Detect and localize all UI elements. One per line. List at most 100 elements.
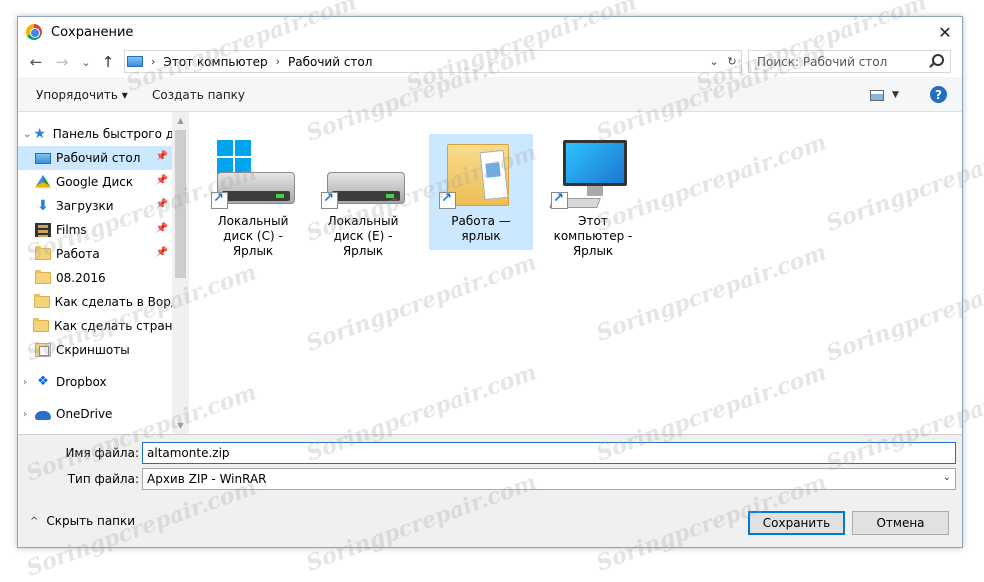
sidebar-item-desktop[interactable]: Рабочий стол 📌	[18, 146, 172, 170]
navigation-pane: ⌄ ★ Панель быстрого доступа Рабочий стол…	[18, 112, 172, 434]
scroll-down-icon[interactable]: ▼	[172, 417, 189, 434]
drive-e-shortcut-icon	[311, 134, 415, 214]
sidebar-item-label: Загрузки	[56, 199, 114, 213]
file-name: Локальный диск (C) - Ярлык	[217, 214, 289, 258]
sidebar-item-quick-access[interactable]: ⌄ ★ Панель быстрого доступа	[18, 122, 172, 146]
folder-icon	[35, 246, 51, 260]
scroll-up-icon[interactable]: ▲	[172, 112, 189, 129]
shortcut-arrow-icon	[551, 191, 568, 209]
window-title: Сохранение	[51, 24, 134, 40]
folder-icon	[35, 270, 51, 284]
file-item-this-pc[interactable]: Этот компьютер - Ярлык	[541, 134, 645, 258]
address-bar[interactable]: › Этот компьютер › Рабочий стол ⌄ ↻	[124, 50, 742, 73]
address-dropdown-button[interactable]: ⌄	[705, 55, 723, 68]
sidebar-item-films[interactable]: Films 📌	[18, 218, 172, 242]
filename-field[interactable]: altamonte.zip	[142, 442, 956, 464]
save-button[interactable]: Сохранить	[748, 511, 845, 535]
chevron-down-icon: ⌄	[942, 472, 951, 483]
sidebar-item-rabota[interactable]: Работа 📌	[18, 242, 172, 266]
sidebar-item-label: Как сделать в Ворде	[54, 295, 172, 309]
windows-logo-icon	[217, 140, 251, 174]
screenshots-folder-icon	[35, 343, 51, 357]
google-drive-icon	[35, 175, 51, 188]
chevron-right-icon[interactable]: ›	[23, 409, 35, 420]
search-placeholder: Поиск: Рабочий стол	[757, 54, 888, 69]
filetype-value: Архив ZIP - WinRAR	[147, 472, 267, 486]
breadcrumb-this-pc[interactable]: Этот компьютер	[163, 55, 267, 69]
desktop-icon	[35, 152, 51, 164]
refresh-button[interactable]: ↻	[723, 55, 741, 68]
sidebar-item-label: 08.2016	[56, 271, 106, 285]
file-name: Работа — ярлык	[451, 214, 511, 243]
filename-label: Имя файла:	[65, 446, 139, 460]
change-view-button[interactable]: ▼	[870, 87, 904, 103]
file-list: Локальный диск (C) - Ярлык Локальный дис…	[189, 112, 964, 434]
film-icon	[35, 223, 51, 237]
sidebar-item-kak-sdelat-stranicu[interactable]: Как сделать страницу	[18, 314, 172, 338]
sidebar-item-onedrive[interactable]: › OneDrive	[18, 402, 172, 426]
chevron-down-icon[interactable]: ⌄	[23, 129, 32, 140]
onedrive-icon	[35, 411, 51, 420]
sidebar-item-dropbox[interactable]: › ❖ Dropbox	[18, 370, 172, 394]
computer-shortcut-icon	[541, 134, 645, 214]
dropbox-icon: ❖	[37, 374, 49, 389]
breadcrumb-desktop[interactable]: Рабочий стол	[288, 55, 372, 69]
scrollbar-thumb[interactable]	[175, 130, 186, 278]
file-name: Этот компьютер - Ярлык	[553, 214, 633, 258]
sidebar-item-label: Панель быстрого доступа	[52, 127, 172, 141]
sidebar-item-kak-sdelat-v-vorde[interactable]: Как сделать в Ворде	[18, 290, 172, 314]
help-button[interactable]: ?	[930, 86, 947, 103]
dialog-footer: ^ Скрыть папки Сохранить Отмена	[18, 497, 962, 549]
star-icon: ★	[33, 126, 46, 142]
save-dialog: Сохранение ✕ ← → ⌄ ↑ › Этот компьютер › …	[17, 16, 963, 548]
pin-icon: 📌	[155, 151, 168, 162]
cancel-button[interactable]: Отмена	[852, 511, 949, 535]
computer-icon	[127, 56, 143, 67]
sidebar-item-google-drive[interactable]: Google Диск 📌	[18, 170, 172, 194]
hide-folders-button[interactable]: ^ Скрыть папки	[30, 514, 135, 528]
close-button[interactable]: ✕	[928, 17, 962, 47]
save-form: Имя файла: altamonte.zip Тип файла: Архи…	[18, 435, 962, 495]
breadcrumb-separator: ›	[275, 55, 280, 68]
command-bar: Упорядочить ▾ Создать папку ▼ ?	[18, 77, 962, 111]
sidebar-item-label: Google Диск	[56, 175, 134, 189]
sidebar-item-label: Films	[56, 223, 87, 237]
recent-locations-button[interactable]: ⌄	[76, 52, 96, 72]
breadcrumb-separator: ›	[151, 55, 156, 68]
sidebar-item-screenshots[interactable]: Скриншоты	[18, 338, 172, 362]
shortcut-arrow-icon	[211, 191, 228, 209]
sidebar-item-label: Dropbox	[56, 375, 107, 389]
navigation-bar: ← → ⌄ ↑ › Этот компьютер › Рабочий стол …	[18, 47, 962, 77]
back-button[interactable]: ←	[26, 52, 46, 72]
download-icon: ⬇	[37, 198, 49, 214]
forward-button[interactable]: →	[52, 52, 72, 72]
sidebar-item-08-2016[interactable]: 08.2016	[18, 266, 172, 290]
pin-icon: 📌	[155, 175, 168, 186]
file-name: Локальный диск (E) - Ярлык	[327, 214, 399, 258]
new-folder-button[interactable]: Создать папку	[152, 88, 245, 102]
sidebar-item-label: Работа	[56, 247, 100, 261]
search-input[interactable]: Поиск: Рабочий стол	[748, 50, 951, 73]
sidebar-scrollbar[interactable]: ▲ ▼	[172, 112, 189, 434]
up-button[interactable]: ↑	[98, 52, 118, 72]
pin-icon: 📌	[155, 199, 168, 210]
title-bar: Сохранение ✕	[18, 17, 962, 47]
filename-value: altamonte.zip	[147, 446, 230, 460]
filetype-label: Тип файла:	[67, 472, 139, 486]
chevron-right-icon[interactable]: ›	[23, 377, 35, 388]
file-item-rabota-shortcut[interactable]: Работа — ярлык	[429, 134, 533, 250]
pin-icon: 📌	[155, 247, 168, 258]
sidebar-item-label: Рабочий стол	[56, 151, 141, 165]
search-icon[interactable]	[932, 54, 944, 66]
pin-icon: 📌	[155, 223, 168, 234]
file-item-drive-c[interactable]: Локальный диск (C) - Ярлык	[201, 134, 305, 258]
filetype-select[interactable]: Архив ZIP - WinRAR ⌄	[142, 468, 956, 490]
view-dropdown-icon: ▼	[892, 90, 899, 100]
hide-folders-label: Скрыть папки	[46, 514, 136, 528]
view-icon	[870, 89, 884, 101]
sidebar-item-downloads[interactable]: ⬇ Загрузки 📌	[18, 194, 172, 218]
folder-shortcut-icon	[429, 134, 533, 214]
sidebar-item-label: Скриншоты	[56, 343, 130, 357]
organize-menu[interactable]: Упорядочить ▾	[36, 88, 128, 102]
file-item-drive-e[interactable]: Локальный диск (E) - Ярлык	[311, 134, 415, 258]
